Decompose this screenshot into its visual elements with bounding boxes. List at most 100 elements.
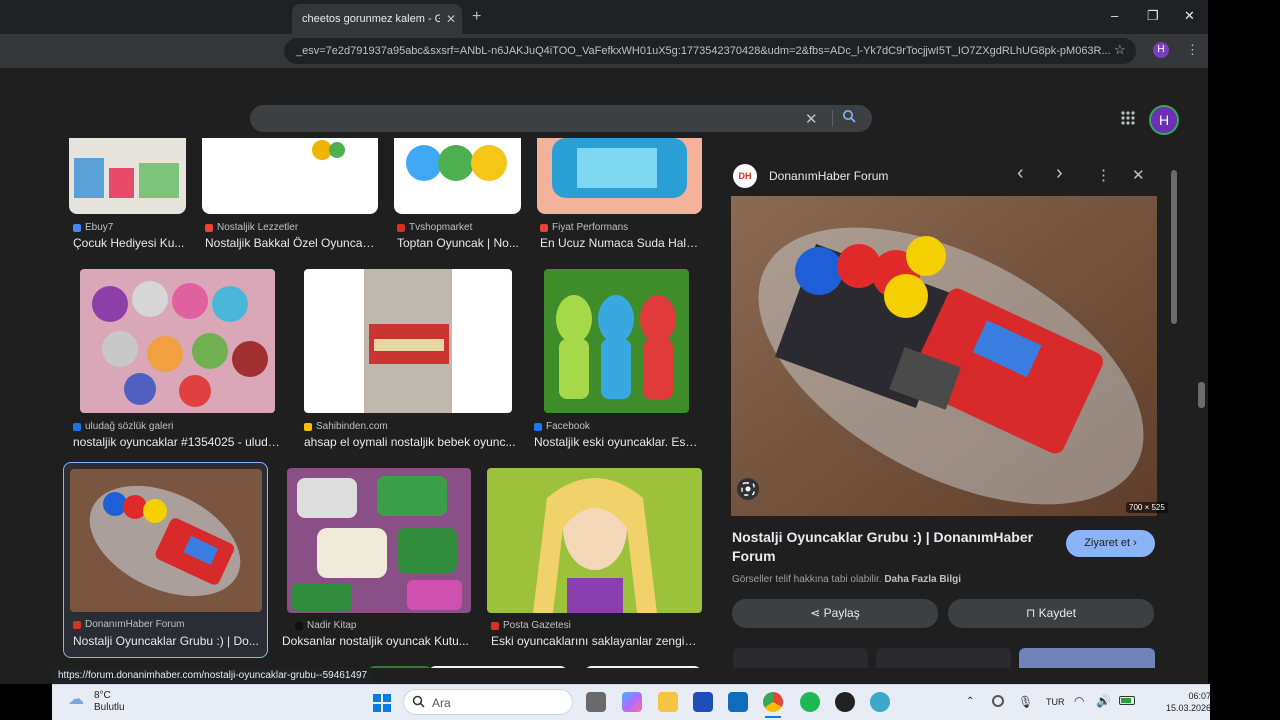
selected-result-card[interactable]: DonanımHaber Forum Nostalji Oyuncaklar G… — [63, 462, 268, 658]
image-dimensions: 700 × 525 — [1126, 502, 1168, 513]
result-thumbnail[interactable] — [584, 666, 702, 668]
microphone-icon[interactable]: 🎙 — [1018, 695, 1033, 709]
visit-button[interactable]: Ziyaret et › — [1066, 530, 1155, 557]
site-favicon-icon — [295, 621, 303, 630]
chrome-icon[interactable] — [763, 692, 783, 712]
site-favicon-icon — [304, 422, 312, 431]
result-title[interactable]: Eski oyuncaklarını saklayanlar zengin ..… — [491, 634, 701, 648]
result-thumbnail[interactable] — [544, 269, 689, 413]
tab-close-icon[interactable]: ✕ — [446, 12, 456, 26]
result-thumbnail[interactable] — [69, 138, 186, 214]
result-thumbnail[interactable] — [80, 269, 275, 413]
result-title[interactable]: En Ucuz Numaca Suda Halk... — [540, 236, 702, 250]
result-source: uludağ sözlük galeri — [73, 421, 173, 432]
settings-icon[interactable] — [870, 692, 890, 712]
clock[interactable]: 06:07 15.03.2026 — [1166, 690, 1211, 714]
share-icon: ⋖ — [810, 606, 824, 620]
site-favicon-icon — [491, 621, 499, 630]
taskbar-search-input[interactable]: Ara — [403, 689, 573, 715]
share-label: Paylaş — [823, 606, 860, 620]
weather-widget[interactable]: ☁ 8°C Bulutlu — [68, 690, 125, 714]
file-explorer-icon[interactable] — [658, 692, 678, 712]
result-title[interactable]: Toptan Oyuncak | No... — [397, 236, 522, 250]
start-icon[interactable] — [372, 693, 392, 713]
result-source: Nostaljik Lezzetler — [205, 222, 298, 233]
result-title[interactable]: Nostaljik Bakkal Özel Oyuncak... — [205, 236, 375, 250]
result-title[interactable]: nostaljik oyuncaklar #1354025 - uluda... — [73, 435, 283, 449]
learn-more-link[interactable]: Daha Fazla Bilgi — [884, 574, 961, 585]
related-thumbnail[interactable] — [1019, 648, 1155, 668]
bookmark-star-icon[interactable]: ☆ — [1114, 42, 1126, 58]
copilot-icon[interactable] — [622, 692, 642, 712]
result-title[interactable]: Çocuk Hediyesi Ku... — [73, 236, 185, 250]
result-source: Nadir Kitap — [295, 620, 356, 631]
preview-image[interactable] — [731, 196, 1157, 516]
result-thumbnail[interactable] — [428, 666, 568, 668]
google-account-avatar[interactable]: H — [1149, 105, 1179, 135]
result-thumbnail[interactable] — [394, 138, 521, 214]
bookmark-icon: ⊓ — [1025, 606, 1039, 620]
result-title[interactable]: Nostalji Oyuncaklar Grubu :) | Do... — [73, 634, 259, 648]
result-thumbnail[interactable] — [70, 469, 262, 612]
outlook-icon[interactable] — [728, 692, 748, 712]
tab-title: cheetos gorunmez kalem - Goo — [302, 13, 440, 25]
address-bar[interactable]: _esv=7e2d791937a95abc&sxsrf=ANbL-n6JAKJu… — [284, 38, 1136, 64]
result-thumbnail[interactable] — [304, 269, 512, 413]
result-title[interactable]: Nostaljik eski oyuncaklar. Esk... — [534, 435, 700, 449]
panel-scrollbar[interactable] — [1170, 158, 1178, 664]
page-scrollbar[interactable] — [1197, 100, 1207, 684]
spotify-icon[interactable] — [800, 692, 820, 712]
maximize-button[interactable]: ❐ — [1147, 8, 1159, 24]
close-window-button[interactable]: ✕ — [1184, 8, 1195, 24]
close-panel-icon[interactable]: ✕ — [1132, 166, 1145, 184]
search-input[interactable] — [250, 105, 872, 132]
site-favicon-icon — [73, 620, 81, 629]
search-divider — [832, 110, 833, 127]
new-tab-button[interactable]: + — [472, 8, 481, 26]
result-thumbnail[interactable] — [287, 468, 471, 613]
copyright-text: Görseller telif hakkına tabi olabilir. — [732, 574, 882, 585]
browser-profile-avatar[interactable]: H — [1153, 42, 1169, 58]
save-button[interactable]: ⊓ Kaydet — [948, 599, 1154, 628]
google-apps-icon[interactable] — [1120, 110, 1136, 131]
browser-tab[interactable]: cheetos gorunmez kalem - Goo ✕ — [292, 4, 462, 34]
app-icon[interactable] — [835, 692, 855, 712]
result-title[interactable]: Doksanlar nostaljik oyuncak Kutu... — [282, 634, 472, 648]
next-icon[interactable]: › — [1056, 162, 1063, 185]
related-thumbnail[interactable] — [876, 648, 1011, 668]
network-icon[interactable] — [992, 695, 1004, 707]
browser-menu-icon[interactable]: ⋮ — [1186, 42, 1199, 58]
task-view-icon[interactable] — [586, 692, 606, 712]
result-thumbnail[interactable] — [367, 666, 433, 668]
site-favicon-icon — [73, 223, 81, 232]
search-icon — [412, 695, 425, 711]
result-thumbnail[interactable] — [537, 138, 702, 214]
site-logo: DH — [733, 164, 757, 188]
result-title[interactable]: ahsap el oymali nostaljik bebek oyunc... — [304, 435, 516, 449]
lens-search-icon[interactable] — [737, 478, 759, 500]
site-favicon-icon — [397, 223, 405, 232]
volume-icon[interactable]: 🔊 — [1096, 694, 1111, 708]
result-source: Posta Gazetesi — [491, 620, 571, 631]
share-button[interactable]: ⋖ Paylaş — [732, 599, 938, 628]
result-source: Tvshopmarket — [397, 222, 472, 233]
result-source: Ebuy7 — [73, 222, 113, 233]
result-source: Facebook — [534, 421, 590, 432]
show-hidden-icons[interactable]: ⌃ — [966, 696, 974, 707]
clear-search-icon[interactable]: ✕ — [805, 110, 818, 128]
related-thumbnail[interactable] — [733, 648, 868, 668]
previous-icon[interactable]: ‹ — [1017, 162, 1024, 185]
battery-icon[interactable] — [1119, 696, 1135, 705]
result-thumbnail[interactable] — [487, 468, 702, 613]
site-favicon-icon — [534, 422, 542, 431]
store-icon[interactable] — [693, 692, 713, 712]
panel-site-name[interactable]: DonanımHaber Forum — [769, 169, 888, 183]
language-indicator[interactable]: TUR — [1046, 697, 1065, 707]
site-favicon-icon — [205, 223, 213, 232]
panel-title[interactable]: Nostalji Oyuncaklar Grubu :) | DonanımHa… — [732, 528, 1052, 566]
more-options-icon[interactable]: ⋮ — [1096, 166, 1111, 184]
minimize-button[interactable]: – — [1111, 8, 1118, 23]
wifi-icon[interactable]: ◠ — [1074, 694, 1084, 708]
search-icon[interactable] — [842, 109, 856, 126]
result-thumbnail[interactable] — [202, 138, 378, 214]
